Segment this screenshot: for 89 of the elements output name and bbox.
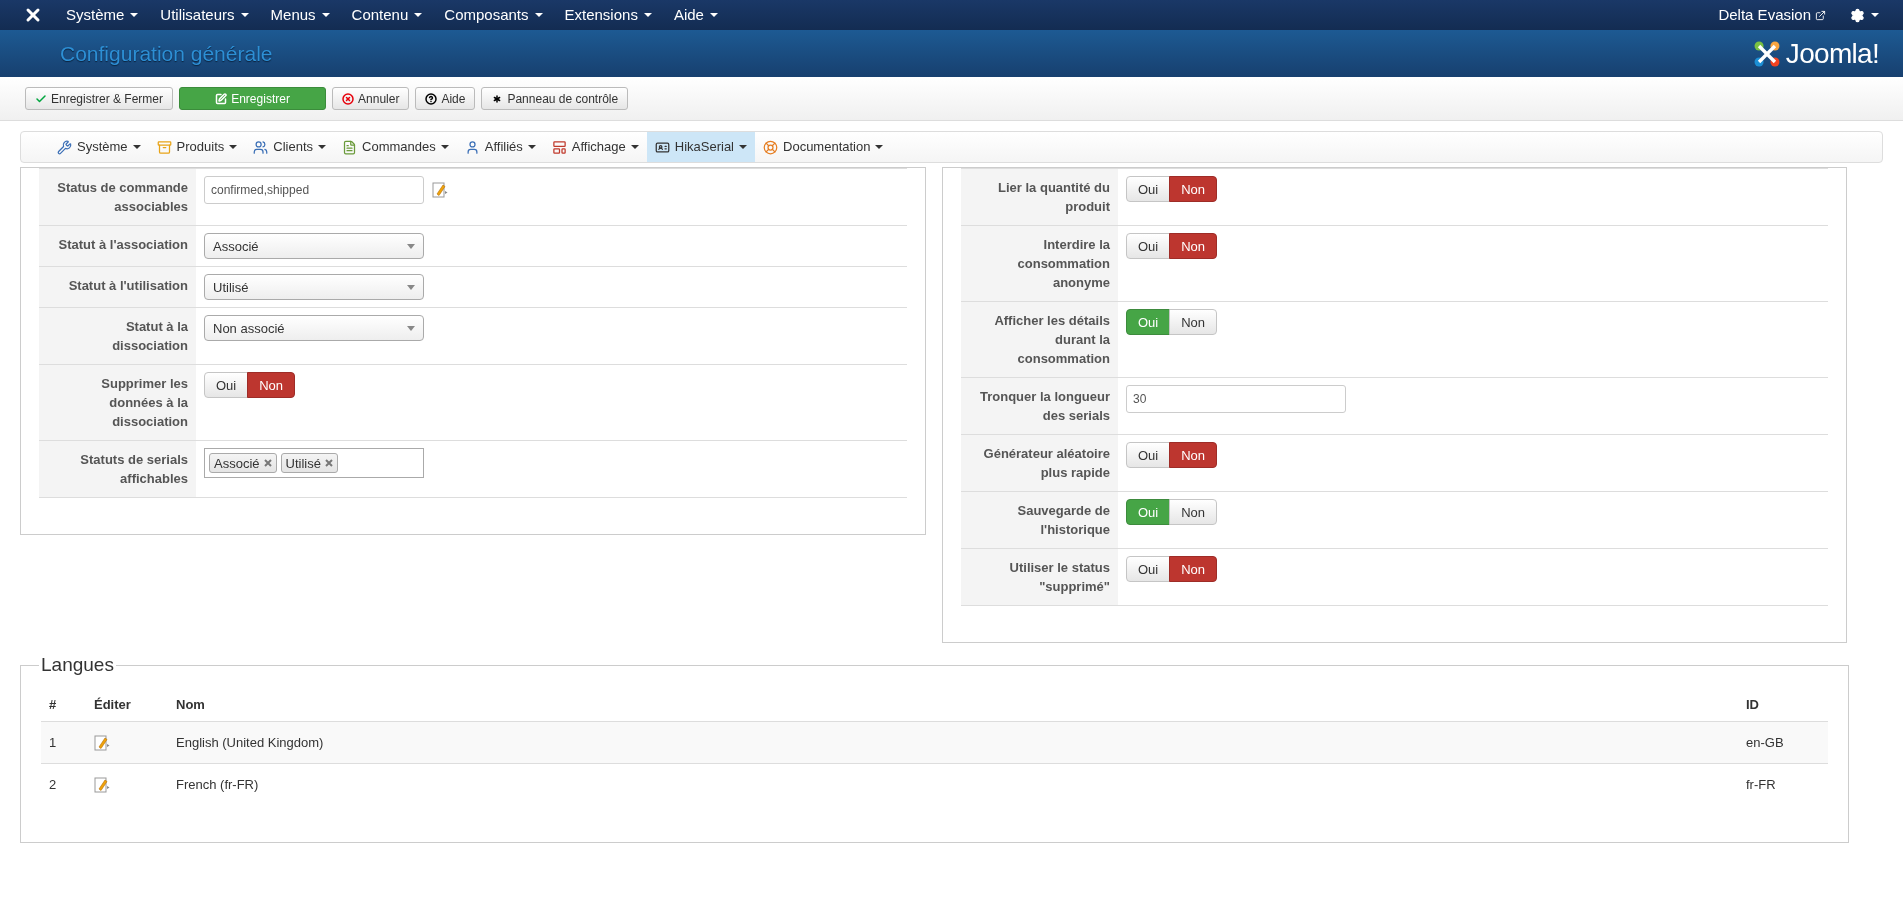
page-title: Configuration générale	[60, 40, 273, 67]
check-icon	[35, 92, 47, 105]
table-cell: fr-FR	[1746, 777, 1776, 792]
caret-icon	[407, 243, 415, 249]
top-menu-item[interactable]: Aide	[673, 3, 718, 27]
site-link[interactable]: Delta Evasion	[1718, 3, 1826, 27]
toolbar-button[interactable]: Aide	[415, 87, 476, 110]
tag-chip[interactable]: Associé	[209, 453, 277, 473]
tags-field[interactable]: Associé Utilisé	[204, 448, 424, 478]
select-dropdown[interactable]: Associé	[204, 233, 424, 259]
setting-label: Lier la quantité du produit	[998, 180, 1110, 214]
text-field[interactable]: 30	[1126, 385, 1346, 413]
setting-label: Statut à l'association	[58, 237, 188, 252]
toggle-option[interactable]: Oui	[1126, 556, 1171, 582]
toggle-option[interactable]: Non	[247, 372, 296, 398]
toggle-option[interactable]: Oui	[1126, 233, 1171, 259]
setting-label: Statut à l'utilisation	[68, 278, 188, 293]
table-cell: English (United Kingdom)	[176, 734, 324, 750]
edit-icon[interactable]	[94, 776, 110, 793]
edit-icon[interactable]	[94, 734, 110, 751]
toolbar-button[interactable]: Panneau de contrôle	[481, 87, 629, 110]
submenu-item[interactable]: Produits	[148, 132, 246, 162]
submenu-item[interactable]: Système	[49, 132, 149, 162]
toggle-option[interactable]: Non	[1169, 309, 1218, 335]
table-cell: 1	[49, 734, 57, 750]
toggle-option[interactable]: Oui	[1126, 176, 1171, 202]
toggle-option[interactable]: Non	[1169, 233, 1218, 259]
languages-legend: Langues	[39, 651, 116, 680]
id-card-icon	[654, 139, 670, 155]
edit-icon	[215, 92, 228, 105]
box-icon	[156, 139, 172, 155]
setting-label: Tronquer la longueur des serials	[980, 389, 1110, 423]
column-header: Éditer	[94, 696, 131, 712]
setting-label: Statut à la dissociation	[112, 319, 188, 353]
toolbar-button[interactable]: Enregistrer & Fermer	[25, 87, 174, 110]
select-dropdown[interactable]: Utilisé	[204, 274, 424, 300]
select-dropdown[interactable]: Non associé	[204, 315, 424, 341]
setting-label: Statuts de serials affichables	[80, 452, 188, 486]
toggle-option[interactable]: Non	[1169, 442, 1218, 468]
top-menu-item[interactable]: Composants	[444, 3, 543, 27]
setting-label: Status de commande associables	[57, 180, 188, 214]
submenu-item[interactable]: HikaSerial	[646, 132, 755, 162]
toggle-option[interactable]: Oui	[204, 372, 249, 398]
edit-icon[interactable]	[432, 182, 448, 198]
top-menu-item[interactable]: Menus	[270, 3, 330, 27]
column-header: Nom	[176, 696, 205, 712]
setting-label: Supprimer les données à la dissociation	[101, 376, 188, 429]
logo-text: Joomla!	[1785, 36, 1879, 71]
users-icon	[253, 139, 269, 155]
caret-icon	[407, 284, 415, 290]
submenu-item[interactable]: Clients	[245, 132, 335, 162]
tag-chip[interactable]: Utilisé	[280, 453, 338, 473]
toggle-option[interactable]: Non	[1169, 176, 1218, 202]
top-menu-item[interactable]: Utilisateurs	[160, 3, 249, 27]
layout-icon	[551, 139, 567, 155]
lifebuoy-icon	[763, 139, 778, 155]
close-icon	[342, 92, 355, 105]
submenu-item[interactable]: Affichage	[543, 132, 647, 162]
submenu-item[interactable]: Commandes	[334, 132, 457, 162]
toggle-option[interactable]: Non	[1169, 499, 1218, 525]
settings-icon	[1850, 7, 1865, 23]
document-icon	[342, 139, 358, 155]
column-header: #	[49, 696, 57, 712]
toolbar-button[interactable]: Annuler	[332, 87, 410, 110]
top-menu-item[interactable]: Contenu	[351, 3, 423, 27]
wrench-icon	[57, 139, 72, 155]
caret-icon	[407, 325, 415, 331]
toggle-option[interactable]: Non	[1169, 556, 1218, 582]
remove-icon[interactable]	[263, 459, 272, 467]
setting-label: Générateur aléatoire plus rapide	[983, 446, 1110, 480]
text-field[interactable]: confirmed,shipped	[204, 176, 424, 204]
submenu-item[interactable]: Documentation	[755, 132, 892, 162]
setting-label: Sauvegarde de l'historique	[1017, 503, 1110, 537]
external-link-icon	[1815, 9, 1826, 21]
column-header: ID	[1746, 696, 1759, 712]
table-cell: en-GB	[1746, 734, 1784, 750]
table-cell: French (fr-FR)	[176, 777, 259, 792]
table-cell: 2	[49, 777, 57, 792]
help-icon	[425, 92, 438, 105]
remove-icon[interactable]	[324, 459, 333, 467]
top-menu-item[interactable]: Extensions	[564, 3, 652, 27]
submenu-item[interactable]: Affiliés	[456, 132, 544, 162]
setting-label: Interdire la consommation anonyme	[1017, 237, 1110, 290]
top-menu-item[interactable]: Système	[66, 3, 139, 27]
setting-label: Afficher les détails durant la consommation	[994, 313, 1110, 366]
settings-menu[interactable]	[1850, 7, 1879, 23]
toggle-option[interactable]: Oui	[1126, 442, 1171, 468]
setting-label: Utiliser le status "supprimé"	[1009, 560, 1110, 594]
user-icon	[464, 139, 480, 155]
